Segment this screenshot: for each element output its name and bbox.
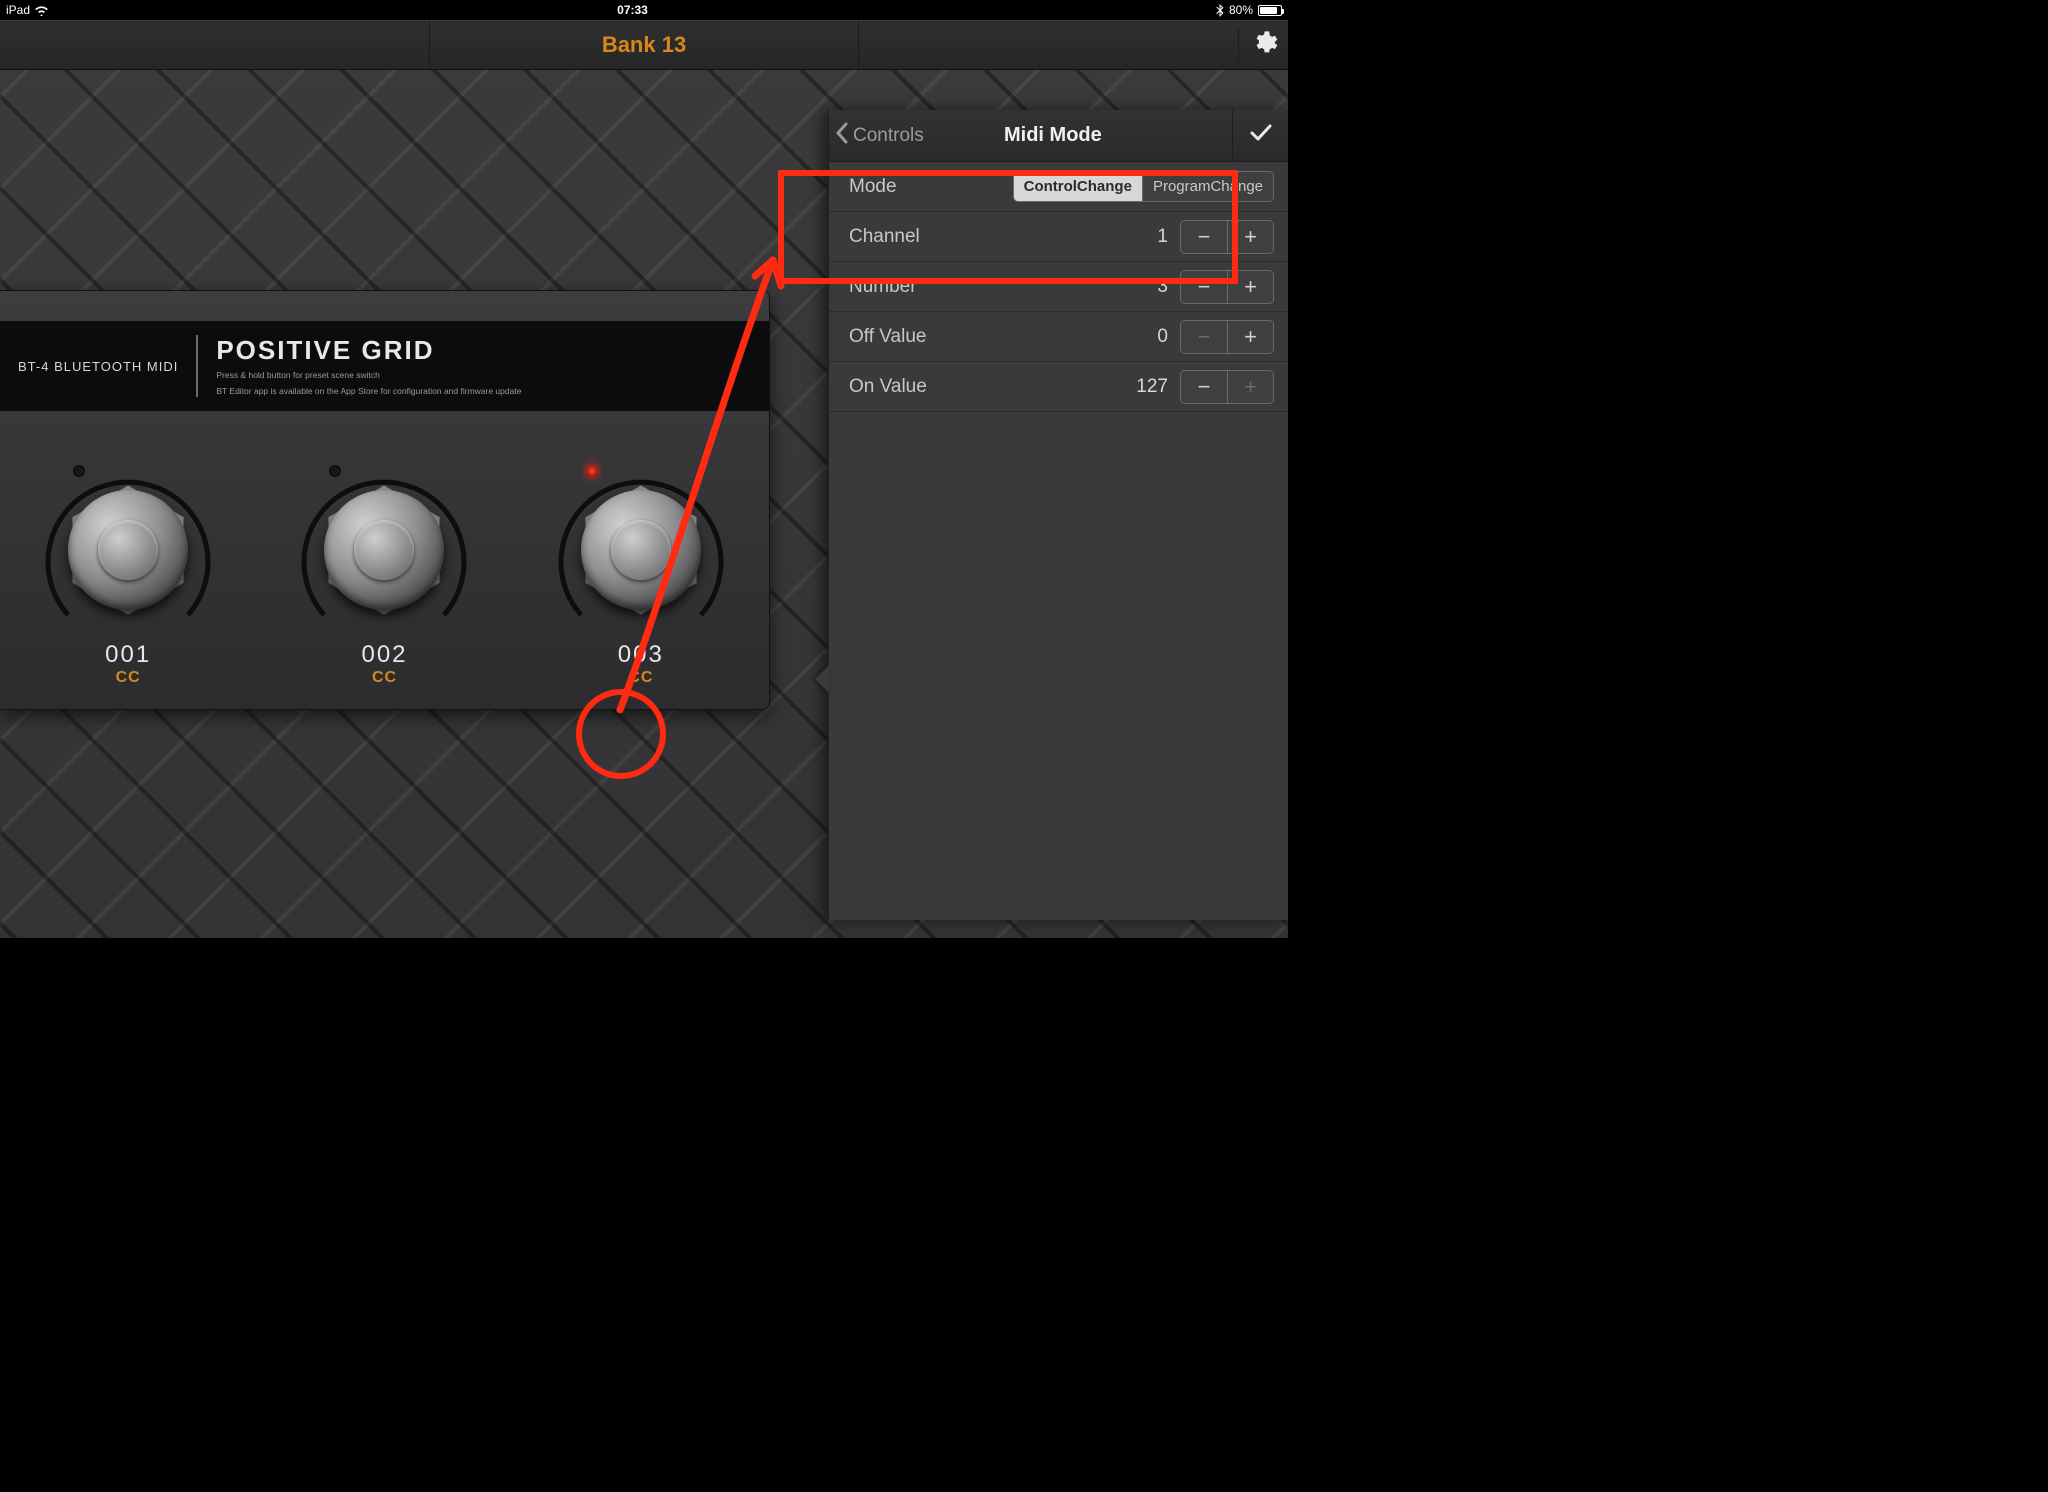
nav-right-slot xyxy=(858,21,1288,69)
number-increment[interactable]: + xyxy=(1227,271,1273,303)
channel-increment[interactable]: + xyxy=(1227,221,1273,253)
minus-icon: − xyxy=(1198,376,1211,398)
footswitch-number: 003 xyxy=(618,641,664,669)
device-tagline-2: BT Editor app is available on the App St… xyxy=(216,386,521,397)
carrier-label: iPad xyxy=(6,3,30,17)
battery-percent: 80% xyxy=(1229,3,1253,17)
check-icon xyxy=(1250,124,1272,147)
battery-icon xyxy=(1258,5,1282,16)
nav-center-slot[interactable]: Bank 13 xyxy=(429,21,859,69)
on-value-decrement[interactable]: − xyxy=(1181,371,1227,403)
footswitch-mode: CC xyxy=(116,669,141,687)
footswitch-003: 003CC xyxy=(513,436,769,706)
plus-icon: + xyxy=(1244,376,1257,398)
footswitch-button[interactable] xyxy=(68,490,188,610)
on-value-stepper: −+ xyxy=(1180,370,1274,404)
footswitch-002: 002CC xyxy=(256,436,512,706)
bluetooth-icon xyxy=(1216,4,1224,17)
status-bar: iPad 07:33 80% xyxy=(0,0,1288,20)
plus-icon: + xyxy=(1244,276,1257,298)
footswitch-button[interactable] xyxy=(581,490,701,610)
confirm-button[interactable] xyxy=(1232,110,1288,161)
on-value-increment[interactable]: + xyxy=(1227,371,1273,403)
number-row: Number3−+ xyxy=(829,262,1288,312)
chevron-left-icon xyxy=(835,122,849,150)
device-model-label: BT-4 BLUETOOTH MIDI xyxy=(18,359,178,374)
off-value-increment[interactable]: + xyxy=(1227,321,1273,353)
panel-title: Midi Mode xyxy=(874,124,1232,147)
plus-icon: + xyxy=(1244,326,1257,348)
footswitch-button[interactable] xyxy=(324,490,444,610)
channel-label: Channel xyxy=(849,226,920,248)
mode-row: Mode ControlChangeProgramChange xyxy=(829,162,1288,212)
off-value-stepper: −+ xyxy=(1180,320,1274,354)
off-value-value: 0 xyxy=(1157,326,1168,348)
bank-title: Bank 13 xyxy=(602,32,686,58)
channel-value: 1 xyxy=(1157,226,1168,248)
footswitch-mode: CC xyxy=(628,669,653,687)
on-value-value: 127 xyxy=(1136,376,1168,398)
number-decrement[interactable]: − xyxy=(1181,271,1227,303)
status-time: 07:33 xyxy=(49,3,1216,17)
number-label: Number xyxy=(849,276,917,298)
number-stepper: −+ xyxy=(1180,270,1274,304)
mode-row-label: Mode xyxy=(849,176,897,198)
gear-icon xyxy=(1250,29,1278,62)
footswitch-number: 001 xyxy=(105,641,151,669)
mode-segmented-control[interactable]: ControlChangeProgramChange xyxy=(1013,171,1274,202)
nav-left-slot[interactable] xyxy=(0,21,429,69)
plus-icon: + xyxy=(1244,226,1257,248)
footswitch-001: 001CC xyxy=(0,436,256,706)
on-value-row: On Value127−+ xyxy=(829,362,1288,412)
wifi-icon xyxy=(34,5,49,16)
app-nav-bar: Bank 13 xyxy=(0,20,1288,70)
device-brand: POSITIVE GRID xyxy=(216,335,521,366)
off-value-label: Off Value xyxy=(849,326,926,348)
footswitch-mode: CC xyxy=(372,669,397,687)
mode-option-controlchange[interactable]: ControlChange xyxy=(1014,172,1142,201)
footswitch-number: 002 xyxy=(361,641,407,669)
minus-icon: − xyxy=(1198,276,1211,298)
midi-mode-panel: Controls Midi Mode Mode ControlChangePro… xyxy=(828,110,1288,920)
minus-icon: − xyxy=(1198,326,1211,348)
pedal-device: BT-4 BLUETOOTH MIDI POSITIVE GRID Press … xyxy=(0,290,770,710)
device-tagline-1: Press & hold button for preset scene swi… xyxy=(216,370,521,381)
channel-decrement[interactable]: − xyxy=(1181,221,1227,253)
minus-icon: − xyxy=(1198,226,1211,248)
status-led xyxy=(586,465,598,477)
channel-stepper: −+ xyxy=(1180,220,1274,254)
settings-button[interactable] xyxy=(1238,29,1288,62)
on-value-label: On Value xyxy=(849,376,927,398)
divider xyxy=(196,335,198,397)
number-value: 3 xyxy=(1157,276,1168,298)
off-value-decrement[interactable]: − xyxy=(1181,321,1227,353)
channel-row: Channel1−+ xyxy=(829,212,1288,262)
mode-option-programchange[interactable]: ProgramChange xyxy=(1142,172,1273,201)
off-value-row: Off Value0−+ xyxy=(829,312,1288,362)
